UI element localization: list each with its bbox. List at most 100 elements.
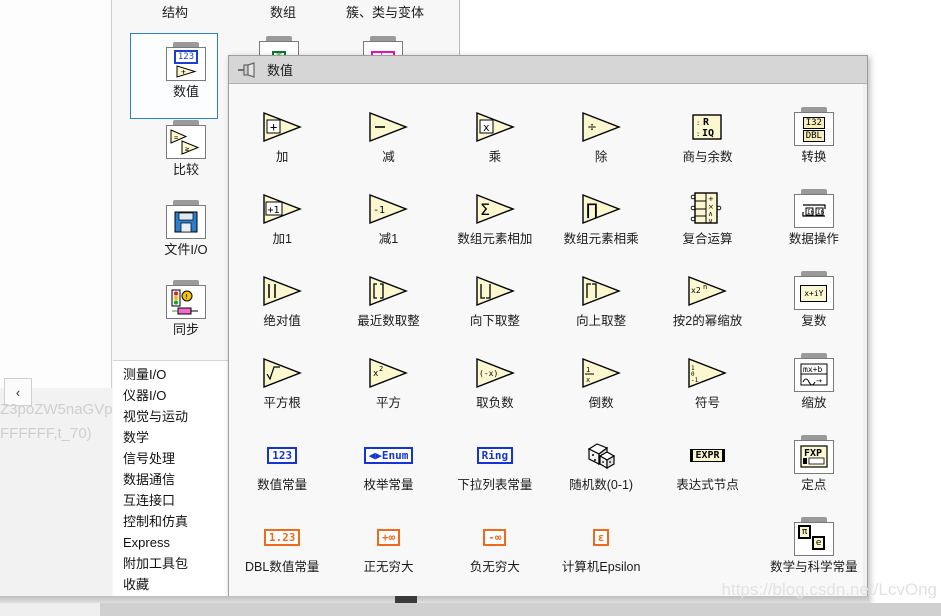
menu-item-connectivity[interactable]: 互连接口	[113, 490, 228, 511]
palette-item-scaling[interactable]: mx+b → 缩放	[761, 344, 867, 426]
palette-item-label: 除	[595, 150, 608, 164]
palette-item-label: 按2的幂缩放	[673, 314, 742, 328]
palette-item-multiply-array-elements[interactable]: ∏ 数组元素相乘	[548, 180, 654, 262]
palette-item-decrement[interactable]: -1 减1	[335, 180, 441, 262]
palette-item-subtract[interactable]: 减	[335, 98, 441, 180]
svg-text:FXP: FXP	[804, 448, 822, 459]
palette-item-negate[interactable]: (-x) 取负数	[442, 344, 548, 426]
palette-item-random-number[interactable]: 随机数(0-1)	[548, 426, 654, 508]
palette-item-label: 缩放	[801, 396, 826, 410]
svg-text:R: R	[703, 117, 710, 128]
palette-item-add-array-elements[interactable]: Σ 数组元素相加	[442, 180, 548, 262]
palette-item-scale-by-power-of-2[interactable]: x2 n 按2的幂缩放	[654, 262, 760, 344]
menu-item-measurement-io[interactable]: 测量I/O	[113, 364, 228, 385]
palette-item-absolute-value[interactable]: 绝对值	[229, 262, 335, 344]
numeric-palette-titlebar: 数值	[229, 56, 867, 84]
add-array-elements-vi-icon: Σ	[473, 186, 517, 232]
svg-text:-1: -1	[691, 377, 699, 384]
sign-vi-icon: 1 0 -1	[685, 350, 729, 396]
numeric-palette-title: 数值	[267, 60, 293, 79]
palette-item-label: 减1	[379, 232, 398, 246]
synchronization-folder-icon: !	[165, 280, 207, 320]
palette-item-label: 表达式节点	[676, 478, 739, 492]
menu-item-addons[interactable]: 附加工具包	[113, 553, 228, 574]
palette-item-label: 下拉列表常量	[457, 478, 532, 492]
palette-item-label: 取负数	[476, 396, 514, 410]
dbl-badge: DBL	[803, 130, 825, 142]
palette-item-numeric-constant[interactable]: 123 数值常量	[229, 426, 335, 508]
palette-header-structures: 结构	[140, 2, 210, 21]
palette-item-compound-arithmetic[interactable]: + × ∧ ∨ 复合运算	[654, 180, 760, 262]
subtract-vi-icon	[366, 104, 410, 150]
comparison-folder-icon: = ≥	[165, 120, 207, 160]
sidebar-item-numeric[interactable]: 123 + 数值	[133, 42, 239, 99]
palette-item-label: 绝对值	[263, 314, 301, 328]
menu-item-vision-motion[interactable]: 视觉与运动	[113, 406, 228, 427]
palette-item-math-science-constants[interactable]: π e 数学与科学常量	[761, 508, 867, 590]
quotient-remainder-vi-icon: : R : IQ	[687, 104, 727, 150]
enum-constant-glyph: ◀▶Enum	[364, 447, 414, 464]
palette-header-cluster: 簇、类与变体	[330, 2, 440, 21]
palette-item-expression-node[interactable]: EXPR 表达式节点	[654, 426, 760, 508]
multiply-vi-icon: x	[473, 104, 517, 150]
palette-item-quotient-remainder[interactable]: : R : IQ 商与余数	[654, 98, 760, 180]
menu-item-instrument-io[interactable]: 仪器I/O	[113, 385, 228, 406]
sidebar-item-label: 同步	[133, 322, 239, 337]
palette-item-multiply[interactable]: x 乘	[442, 98, 548, 180]
folder-body: FXP	[794, 440, 834, 474]
data-manipulation-folder-icon: I6 I6	[793, 186, 835, 232]
negative-infinity-constant-icon: -∞	[483, 514, 506, 560]
svg-text:∏: ∏	[586, 200, 598, 219]
palette-item-sign[interactable]: 1 0 -1 符号	[654, 344, 760, 426]
menu-item-data-communication[interactable]: 数据通信	[113, 469, 228, 490]
sidebar-item-synchronization[interactable]: ! 同步	[133, 280, 239, 337]
palette-item-round-toward-floor[interactable]: 向下取整	[442, 262, 548, 344]
square-vi-icon: x 2	[366, 350, 410, 396]
palette-item-empty	[654, 508, 760, 590]
palette-item-fixed-point[interactable]: FXP 定点	[761, 426, 867, 508]
palette-item-round-to-nearest[interactable]: 最近数取整	[335, 262, 441, 344]
svg-text:I6: I6	[817, 209, 825, 216]
palette-item-complex[interactable]: x+iY 复数	[761, 262, 867, 344]
palette-item-machine-epsilon[interactable]: ε 计算机Epsilon	[548, 508, 654, 590]
square-root-vi-icon	[260, 350, 304, 396]
ring-constant-icon: Ring	[477, 432, 514, 478]
menu-item-mathematics[interactable]: 数学	[113, 427, 228, 448]
palette-item-dbl-numeric-constant[interactable]: 1.23 DBL数值常量	[229, 508, 335, 590]
pin-icon[interactable]	[237, 62, 257, 78]
palette-item-add[interactable]: + 加	[229, 98, 335, 180]
palette-item-positive-infinity[interactable]: +∞ 正无穷大	[335, 508, 441, 590]
palette-item-square[interactable]: x 2 平方	[335, 344, 441, 426]
palette-item-label: 平方根	[263, 396, 301, 410]
svg-text:(-x): (-x)	[479, 369, 498, 378]
svg-text:+: +	[708, 195, 714, 203]
palette-item-square-root[interactable]: 平方根	[229, 344, 335, 426]
menu-item-control-simulation[interactable]: 控制和仿真	[113, 511, 228, 532]
conversion-folder-icon: I32 DBL	[793, 104, 835, 150]
palette-item-ring-constant[interactable]: Ring 下拉列表常量	[442, 426, 548, 508]
multiply-array-elements-vi-icon: ∏	[579, 186, 623, 232]
numeric-items-grid: + 加 减	[229, 98, 867, 590]
folder-body	[166, 205, 206, 239]
palette-item-conversion[interactable]: I32 DBL 转换	[761, 98, 867, 180]
sidebar-item-file-io[interactable]: 文件I/O	[133, 200, 239, 257]
palette-item-divide[interactable]: ÷ 除	[548, 98, 654, 180]
menu-item-favorites[interactable]: 收藏	[113, 574, 228, 595]
enum-constant-icon: ◀▶Enum	[364, 432, 414, 478]
palette-item-data-manipulation[interactable]: I6 I6 数据操作	[761, 180, 867, 262]
palette-item-negative-infinity[interactable]: -∞ 负无穷大	[442, 508, 548, 590]
palette-item-enum-constant[interactable]: ◀▶Enum 枚举常量	[335, 426, 441, 508]
palette-item-reciprocal[interactable]: 1 x 倒数	[548, 344, 654, 426]
menu-item-express[interactable]: Express	[113, 532, 228, 553]
sidebar-item-comparison[interactable]: = ≥ 比较	[133, 120, 239, 177]
palette-item-label: 平方	[376, 396, 401, 410]
palette-item-label: 定点	[801, 478, 826, 492]
numeric-palette-scrollbar[interactable]	[863, 84, 867, 602]
back-button[interactable]: ‹	[4, 378, 32, 406]
svg-text:+1: +1	[268, 205, 280, 216]
palette-item-increment[interactable]: +1 加1	[229, 180, 335, 262]
palette-item-round-toward-ceiling[interactable]: 向上取整	[548, 262, 654, 344]
svg-text:1: 1	[586, 366, 590, 374]
menu-item-signal-processing[interactable]: 信号处理	[113, 448, 228, 469]
fixed-point-folder-icon: FXP	[793, 432, 835, 478]
